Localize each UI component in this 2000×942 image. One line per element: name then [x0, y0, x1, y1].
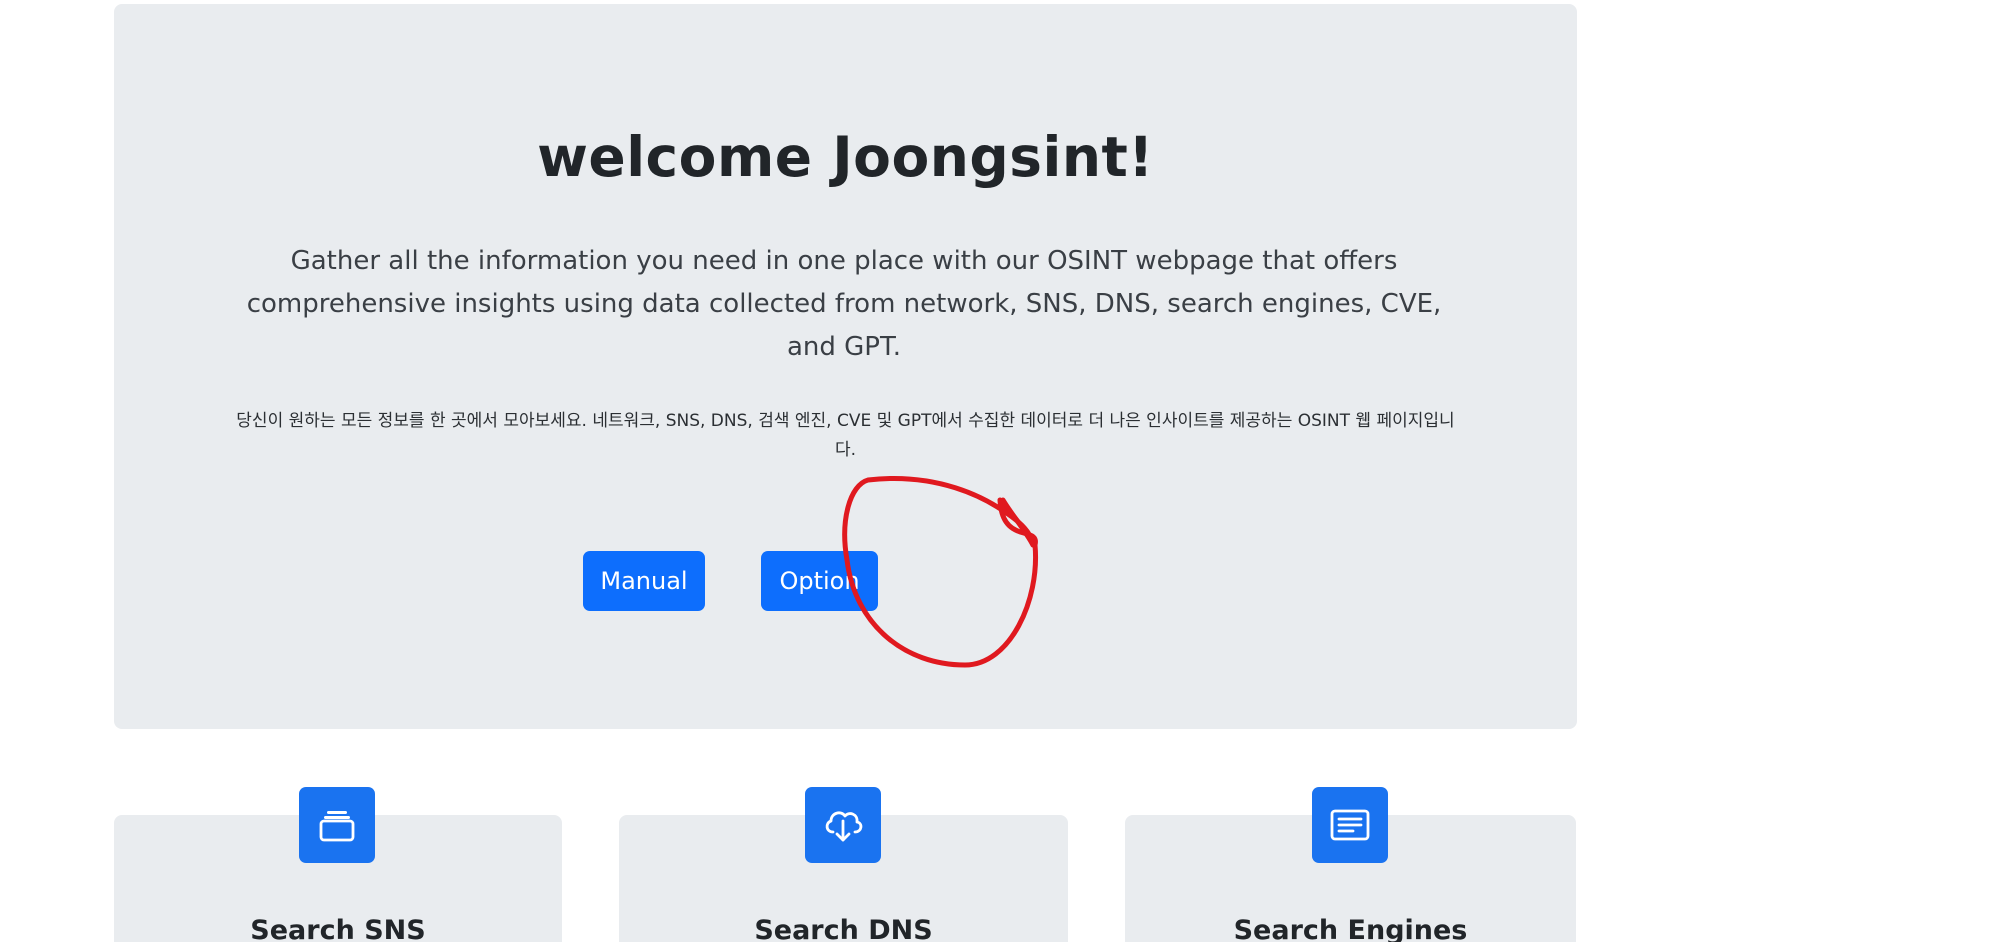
feature-title-sns: Search SNS: [250, 915, 426, 942]
hero-korean-text: 당신이 원하는 모든 정보를 한 곳에서 모아보세요. 네트워크, SNS, D…: [236, 411, 1455, 460]
hero-lead-text: Gather all the information you need in o…: [246, 246, 1442, 362]
hero-banner: welcome Joongsint! Gather all the inform…: [114, 4, 1577, 729]
feature-title-engines: Search Engines: [1233, 915, 1468, 942]
manual-button[interactable]: Manual: [583, 551, 705, 611]
option-button[interactable]: Option: [761, 551, 878, 611]
card-text-icon: [1312, 787, 1388, 863]
layers-icon: [299, 787, 375, 863]
cloud-download-icon: [805, 787, 881, 863]
feature-title-dns: Search DNS: [754, 915, 933, 942]
hero-title: welcome Joongsint!: [537, 125, 1154, 189]
page: welcome Joongsint! Gather all the inform…: [0, 0, 2000, 942]
